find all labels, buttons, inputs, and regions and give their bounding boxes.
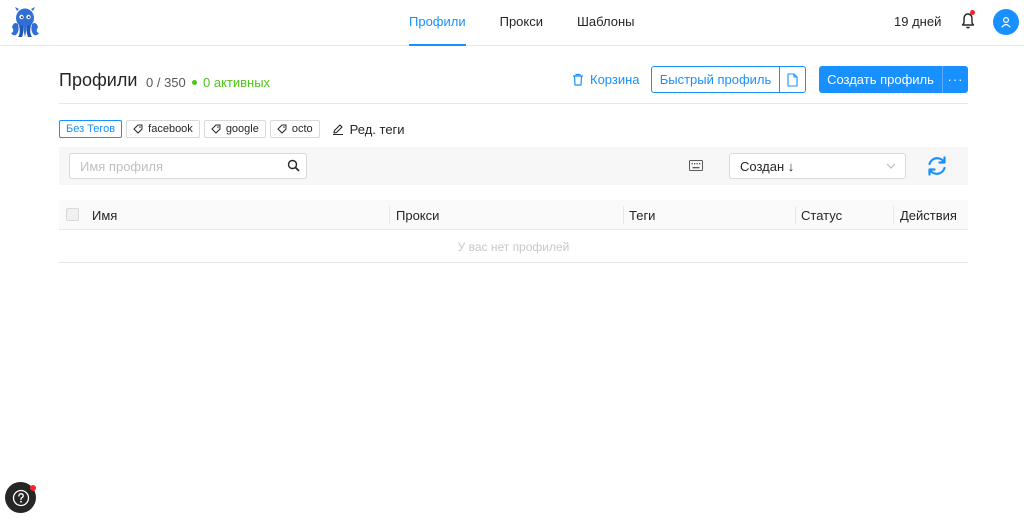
tag-google[interactable]: google xyxy=(203,120,266,138)
tab-templates[interactable]: Шаблоны xyxy=(563,0,649,46)
table-empty-state: У вас нет профилей xyxy=(59,231,968,263)
user-avatar-button[interactable] xyxy=(993,9,1019,35)
edit-tags-button[interactable]: Ред. теги xyxy=(332,122,405,137)
main-nav: Профили Прокси Шаблоны xyxy=(395,0,655,46)
keyboard-icon[interactable] xyxy=(689,160,703,171)
column-divider xyxy=(893,206,894,224)
tag-filter-row: Без Тегов facebook google octo Ред. теги xyxy=(59,120,405,138)
page-title: Профили xyxy=(59,70,138,90)
search-icon[interactable] xyxy=(287,159,300,172)
column-divider xyxy=(795,206,796,224)
column-header-tags[interactable]: Теги xyxy=(629,208,655,223)
active-profiles-count: 0 активных xyxy=(192,75,270,90)
help-notification-badge xyxy=(30,485,36,491)
column-divider xyxy=(389,206,390,224)
edit-icon xyxy=(332,124,343,135)
column-header-proxy[interactable]: Прокси xyxy=(396,208,439,223)
create-profile-button[interactable]: Создать профиль xyxy=(819,66,942,93)
header-divider xyxy=(59,103,968,104)
tab-proxies[interactable]: Прокси xyxy=(486,0,557,46)
import-file-button[interactable] xyxy=(779,66,806,93)
column-header-actions[interactable]: Действия xyxy=(900,208,957,223)
profile-count: 0 / 350 xyxy=(146,75,186,90)
active-profiles-label: 0 активных xyxy=(203,75,271,90)
select-all-checkbox[interactable] xyxy=(66,208,79,221)
search-box xyxy=(69,153,307,179)
tag-octo[interactable]: octo xyxy=(269,120,320,138)
trash-icon xyxy=(573,73,583,86)
active-status-dot xyxy=(192,80,197,85)
sort-value: Создан ↓ xyxy=(740,159,795,174)
help-icon xyxy=(12,489,29,506)
edit-tags-label: Ред. теги xyxy=(349,121,405,137)
notification-badge xyxy=(970,10,975,15)
tag-facebook[interactable]: facebook xyxy=(126,120,200,138)
octopus-logo-icon[interactable] xyxy=(8,5,42,39)
quick-profile-button[interactable]: Быстрый профиль xyxy=(651,66,780,93)
refresh-icon[interactable] xyxy=(925,154,949,178)
tag-icon xyxy=(277,124,287,134)
filter-bar: Создан ↓ xyxy=(59,147,968,185)
profiles-table-header: Имя Прокси Теги Статус Действия xyxy=(59,200,968,230)
subscription-days-left[interactable]: 19 дней xyxy=(894,14,941,29)
tag-label: google xyxy=(225,123,259,135)
column-header-name[interactable]: Имя xyxy=(92,208,117,223)
trash-label: Корзина xyxy=(590,72,640,87)
tag-no-tags[interactable]: Без Тегов xyxy=(59,120,123,138)
tab-profiles[interactable]: Профили xyxy=(395,0,480,46)
profile-search-input[interactable] xyxy=(70,154,280,178)
column-header-status[interactable]: Статус xyxy=(801,208,842,223)
trash-button[interactable]: Корзина xyxy=(572,72,640,87)
tag-icon xyxy=(211,124,221,134)
tag-icon xyxy=(133,124,143,134)
user-icon xyxy=(1001,16,1011,28)
file-icon xyxy=(787,72,798,87)
column-divider xyxy=(623,206,624,224)
tag-label: octo xyxy=(291,123,313,135)
more-options-button[interactable]: ··· xyxy=(942,66,968,93)
sort-select[interactable]: Создан ↓ xyxy=(729,153,906,179)
tag-label: facebook xyxy=(148,123,193,135)
chevron-down-icon xyxy=(886,163,896,169)
top-navigation-bar: Профили Прокси Шаблоны 19 дней xyxy=(0,0,1024,46)
